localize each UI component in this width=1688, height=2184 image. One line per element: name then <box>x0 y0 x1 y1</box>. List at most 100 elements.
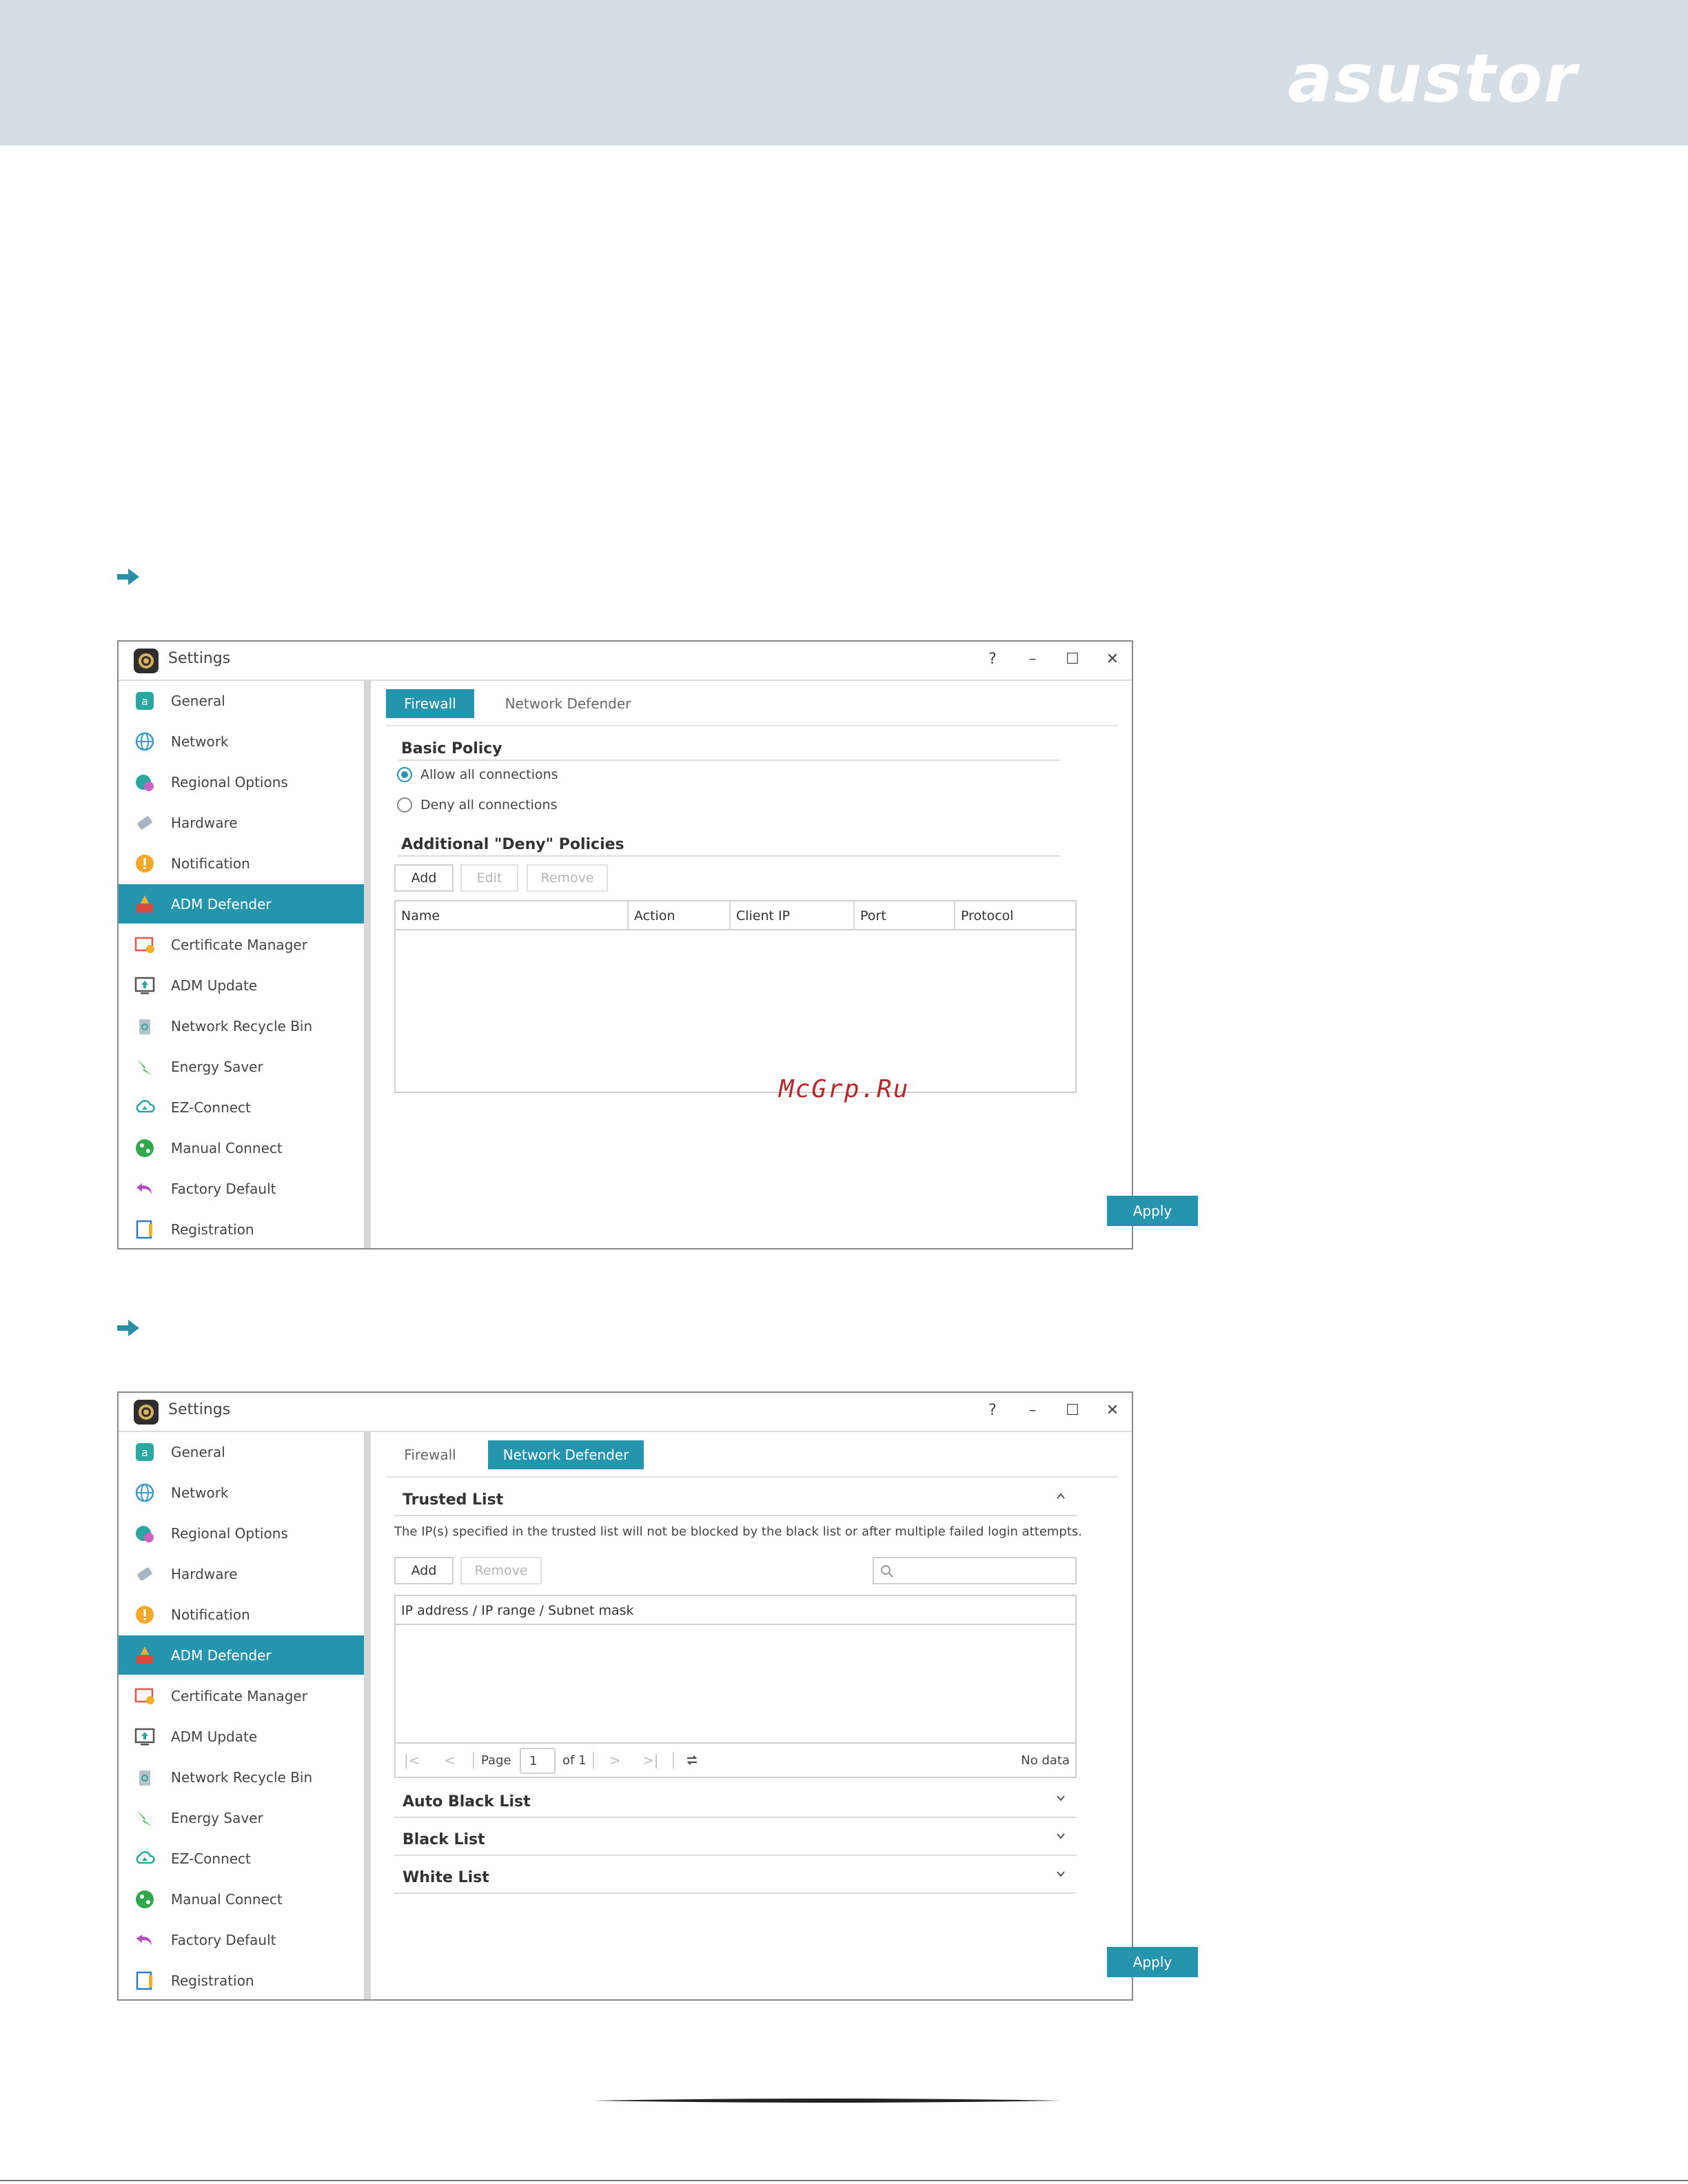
sidebar-item-hardware[interactable]: Hardware <box>119 803 364 842</box>
trusted-list-header[interactable]: Trusted List <box>394 1482 1077 1516</box>
sidebar-item-network-recycle-bin[interactable]: Network Recycle Bin <box>119 1757 364 1797</box>
settings-window-firewall: Settings ? – ☐ ✕ a General Network Region… <box>117 640 1198 1249</box>
apply-button[interactable]: Apply <box>1107 1196 1198 1226</box>
svg-text:a: a <box>141 1446 148 1459</box>
minimize-button[interactable]: – <box>1020 1398 1045 1423</box>
radio-selected <box>397 767 412 782</box>
maximize-button[interactable]: ☐ <box>1060 647 1085 672</box>
chevron-down-icon[interactable] <box>1055 1792 1067 1804</box>
sidebar-item-adm-update[interactable]: ADM Update <box>119 966 364 1005</box>
tab-firewall[interactable]: Firewall <box>386 689 474 718</box>
sidebar-item-network[interactable]: Network <box>119 1473 364 1512</box>
white-list-header[interactable]: White List <box>394 1859 1077 1894</box>
sidebar-item-hardware[interactable]: Hardware <box>119 1554 364 1593</box>
firewall-content: Firewall Network Defender Basic Policy A… <box>378 681 1198 1248</box>
last-page-icon[interactable]: >| <box>642 1752 659 1768</box>
sidebar-item-ez-connect[interactable]: EZ-Connect <box>119 1088 364 1127</box>
trusted-list-title: Trusted List <box>403 1491 504 1509</box>
watermark: McGrp.Ru <box>779 1075 910 1103</box>
page-bottom-rule <box>0 2180 1688 2181</box>
energy-icon <box>134 1807 156 1829</box>
allow-all-radio[interactable]: Allow all connections <box>397 767 558 782</box>
radio-unselected <box>397 797 412 813</box>
sidebar-item-general[interactable]: a General <box>119 1432 364 1471</box>
chevron-down-icon[interactable] <box>1055 1830 1067 1842</box>
next-page-icon[interactable]: > <box>609 1752 621 1768</box>
tab-network-defender[interactable]: Network Defender <box>488 1440 644 1469</box>
edit-button[interactable]: Edit <box>460 864 518 892</box>
tab-network-defender[interactable]: Network Defender <box>488 689 648 718</box>
sidebar-item-adm-defender[interactable]: ADM Defender <box>119 1635 364 1675</box>
add-button[interactable]: Add <box>394 864 454 892</box>
settings-sidebar: a General Network Regional Options Hardwa… <box>119 1432 364 1999</box>
pagination-bar: |< < Page 1 of 1 > >| No data <box>396 1742 1075 1777</box>
remove-button[interactable]: Remove <box>460 1557 542 1584</box>
black-list-title: Black List <box>403 1831 485 1848</box>
table-header: IP address / IP range / Subnet mask <box>396 1596 1075 1625</box>
sidebar-item-energy-saver[interactable]: Energy Saver <box>119 1047 364 1086</box>
minimize-button[interactable]: – <box>1020 647 1045 672</box>
close-button[interactable]: ✕ <box>1100 1398 1125 1423</box>
column-protocol[interactable]: Protocol <box>955 901 1075 930</box>
sidebar-item-network-recycle-bin[interactable]: Network Recycle Bin <box>119 1006 364 1045</box>
sidebar-item-regional-options[interactable]: Regional Options <box>119 762 364 802</box>
sidebar-scrollbar[interactable] <box>364 1432 371 1999</box>
sidebar-item-certificate-manager[interactable]: Certificate Manager <box>119 1676 364 1715</box>
remove-button[interactable]: Remove <box>527 864 608 892</box>
sidebar-scrollbar[interactable] <box>364 681 371 1248</box>
help-button[interactable]: ? <box>980 647 1005 672</box>
trusted-list-table: IP address / IP range / Subnet mask |< <… <box>394 1595 1077 1778</box>
column-action[interactable]: Action <box>629 901 731 930</box>
column-name[interactable]: Name <box>396 901 629 930</box>
apply-button[interactable]: Apply <box>1107 1947 1198 1977</box>
window-title: Settings <box>168 1401 231 1418</box>
close-button[interactable]: ✕ <box>1100 647 1125 672</box>
sidebar-item-manual-connect[interactable]: Manual Connect <box>119 1879 364 1919</box>
deny-all-radio[interactable]: Deny all connections <box>397 797 557 813</box>
alert-icon <box>134 853 156 875</box>
sidebar-item-certificate-manager[interactable]: Certificate Manager <box>119 925 364 964</box>
page-number-input[interactable]: 1 <box>520 1748 556 1774</box>
black-list-header[interactable]: Black List <box>394 1821 1077 1856</box>
defender-icon <box>134 1644 156 1666</box>
sidebar-item-network[interactable]: Network <box>119 722 364 761</box>
sidebar-item-registration[interactable]: Registration <box>119 1210 364 1249</box>
cloud-icon <box>134 1096 156 1119</box>
recycle-bin-icon <box>134 1015 156 1037</box>
previous-page-icon[interactable]: < <box>444 1752 456 1768</box>
tab-firewall[interactable]: Firewall <box>386 1440 474 1469</box>
sidebar-item-adm-update[interactable]: ADM Update <box>119 1717 364 1756</box>
footer-divider <box>593 2093 1061 2103</box>
column-port[interactable]: Port <box>855 901 955 930</box>
sidebar-item-manual-connect[interactable]: Manual Connect <box>119 1128 364 1167</box>
regional-icon <box>134 771 156 793</box>
first-page-icon[interactable]: |< <box>404 1752 420 1768</box>
refresh-icon[interactable] <box>684 1752 700 1768</box>
sidebar-item-notification[interactable]: Notification <box>119 844 364 883</box>
add-button[interactable]: Add <box>394 1557 454 1584</box>
tab-divider <box>386 1476 1118 1478</box>
sidebar-item-registration[interactable]: Registration <box>119 1961 364 2000</box>
connect-icon <box>134 1137 156 1159</box>
sidebar-item-regional-options[interactable]: Regional Options <box>119 1513 364 1553</box>
search-input[interactable] <box>873 1557 1077 1584</box>
help-button[interactable]: ? <box>980 1398 1005 1423</box>
registration-icon <box>134 1970 156 1992</box>
sidebar-item-notification[interactable]: Notification <box>119 1595 364 1634</box>
sidebar-item-energy-saver[interactable]: Energy Saver <box>119 1798 364 1837</box>
connect-icon <box>134 1888 156 1910</box>
chevron-down-icon[interactable] <box>1055 1868 1067 1880</box>
chevron-up-icon[interactable] <box>1055 1490 1067 1502</box>
deny-policies-table: Name Action Client IP Port Protocol <box>394 900 1077 1093</box>
sidebar-item-factory-default[interactable]: Factory Default <box>119 1169 364 1208</box>
auto-black-list-title: Auto Black List <box>403 1793 531 1810</box>
sidebar-item-ez-connect[interactable]: EZ-Connect <box>119 1839 364 1878</box>
undo-icon <box>134 1178 156 1200</box>
column-client-ip[interactable]: Client IP <box>731 901 855 930</box>
sidebar-item-factory-default[interactable]: Factory Default <box>119 1920 364 1959</box>
column-ip-address[interactable]: IP address / IP range / Subnet mask <box>396 1596 1075 1625</box>
sidebar-item-general[interactable]: a General <box>119 681 364 720</box>
sidebar-item-adm-defender[interactable]: ADM Defender <box>119 884 364 923</box>
auto-black-list-header[interactable]: Auto Black List <box>394 1784 1077 1818</box>
maximize-button[interactable]: ☐ <box>1060 1398 1085 1423</box>
